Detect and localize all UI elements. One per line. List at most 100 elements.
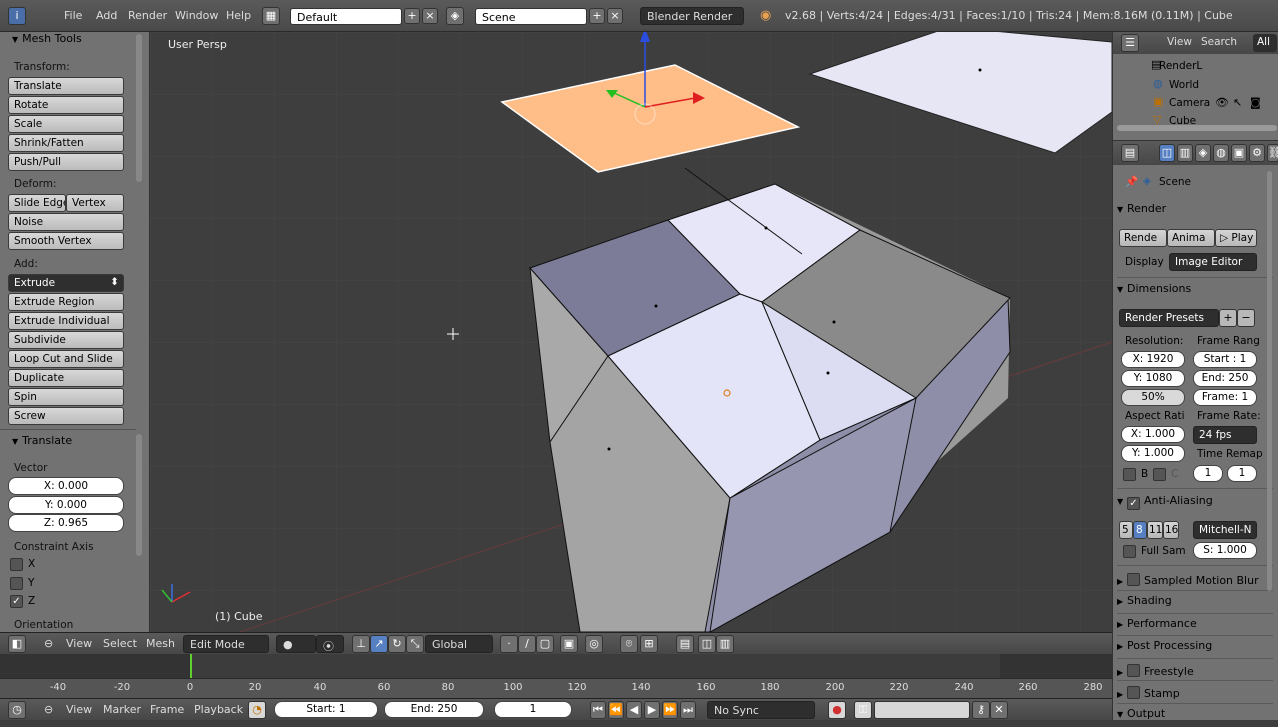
translate-button[interactable]: Translate [8, 77, 124, 95]
extrude-region-button[interactable]: Extrude Region [8, 293, 124, 311]
anti-aliasing-checkbox[interactable]: ✓ [1127, 497, 1140, 510]
pivot-select[interactable]: ⦿ [316, 635, 344, 653]
vector-z-field[interactable]: Z: 0.965 [8, 514, 124, 532]
timeline-editor-icon[interactable]: ◷ [8, 701, 26, 719]
editor-type-icon[interactable]: ◧ [8, 635, 26, 653]
render-tab-icon[interactable]: ◫ [1159, 144, 1175, 162]
select-arrow-icon[interactable]: ↖ [1233, 96, 1242, 109]
display-select[interactable]: Image Editor [1169, 253, 1257, 271]
pin-icon[interactable]: 📌 [1125, 175, 1138, 188]
aa-samples-8[interactable]: 8 [1133, 521, 1147, 539]
time-remap-old-field[interactable]: 1 [1193, 465, 1223, 482]
vector-x-field[interactable]: X: 0.000 [8, 477, 124, 495]
start-frame-field[interactable]: Start: 1 [274, 701, 378, 718]
freestyle-checkbox[interactable] [1127, 664, 1140, 677]
shrink-fatten-button[interactable]: Shrink/Fatten [8, 134, 124, 152]
edge-select-icon[interactable]: / [518, 635, 536, 653]
remove-scene-icon[interactable]: × [607, 8, 623, 24]
stamp-section-header[interactable]: ▶ Stamp [1117, 684, 1273, 704]
end-frame-field[interactable]: End: 250 [384, 701, 484, 718]
add-preset-icon[interactable]: + [1219, 309, 1237, 327]
operator-header[interactable]: ▼ Translate [12, 434, 72, 447]
camera-view-icon[interactable]: ◫ [698, 635, 716, 653]
operator-scrollbar[interactable] [136, 434, 142, 556]
menu-view[interactable]: View [66, 703, 92, 716]
dimensions-section-header[interactable]: ▼ Dimensions [1117, 282, 1273, 302]
preview-range-icon[interactable]: ◔ [248, 701, 266, 719]
render-toggle-icon[interactable]: ◙ [1250, 96, 1261, 109]
output-section-header[interactable]: ▼ Output [1117, 707, 1273, 727]
screw-button[interactable]: Screw [8, 407, 124, 425]
keying-set-field[interactable] [874, 701, 970, 719]
filter-size-field[interactable]: S: 1.000 [1193, 542, 1257, 559]
noise-button[interactable]: Noise [8, 213, 124, 231]
menu-frame[interactable]: Frame [150, 703, 184, 716]
object-tab-icon[interactable]: ▣ [1231, 144, 1247, 162]
layers-tab-icon[interactable]: ▥ [1177, 144, 1193, 162]
extrude-individual-button[interactable]: Extrude Individual [8, 312, 124, 330]
add-layout-icon[interactable]: + [404, 8, 420, 24]
loop-cut-button[interactable]: Loop Cut and Slide [8, 350, 124, 368]
outliner-menu-search[interactable]: Search [1201, 36, 1237, 48]
outliner-item-renderlayers[interactable]: RenderL [1159, 60, 1202, 72]
resolution-x-field[interactable]: X: 1920 [1121, 351, 1185, 368]
full-sample-checkbox[interactable] [1123, 545, 1136, 558]
constraint-x-checkbox[interactable] [10, 558, 23, 571]
add-scene-icon[interactable]: + [589, 8, 605, 24]
menu-select[interactable]: Select [103, 637, 137, 650]
resolution-percentage-slider[interactable]: 50% [1121, 389, 1185, 406]
spin-button[interactable]: Spin [8, 388, 124, 406]
timeline-ruler[interactable]: -40 -20 0 20 40 60 80 100 120 140 160 18… [0, 678, 1112, 698]
properties-editor-icon[interactable]: ▤ [1121, 144, 1139, 162]
next-keyframe-icon[interactable]: ⏩ [662, 701, 678, 719]
menu-view[interactable]: View [66, 637, 92, 650]
outliner-item-world[interactable]: World [1169, 79, 1199, 91]
vector-y-field[interactable]: Y: 0.000 [8, 496, 124, 514]
shading-section-header[interactable]: ▶ Shading [1117, 594, 1273, 614]
play-icon[interactable]: ▶ [644, 701, 660, 719]
rotate-manipulator-icon[interactable]: ↻ [388, 635, 406, 653]
jump-start-icon[interactable]: ⏮ [590, 701, 606, 719]
orientation-select[interactable]: Global [425, 635, 493, 653]
menu-marker[interactable]: Marker [103, 703, 141, 716]
sync-select[interactable]: No Sync [707, 701, 815, 719]
performance-section-header[interactable]: ▶ Performance [1117, 617, 1273, 637]
info-editor-icon[interactable]: i [8, 7, 26, 25]
insert-keyframe-icon[interactable]: ⚷ [972, 701, 990, 719]
mode-select[interactable]: Edit Mode [183, 635, 269, 653]
constraint-y-checkbox[interactable] [10, 577, 23, 590]
freestyle-section-header[interactable]: ▶ Freestyle [1117, 662, 1273, 682]
menu-render[interactable]: Render [128, 9, 167, 22]
outliner-item-camera[interactable]: Camera [1169, 97, 1210, 109]
anti-aliasing-section-header[interactable]: ▼ ✓ Anti-Aliasing [1117, 494, 1273, 514]
menu-mesh[interactable]: Mesh [146, 637, 175, 650]
render-presets-select[interactable]: Render Presets [1119, 309, 1219, 327]
keying-set-icon[interactable]: ⚿ [854, 701, 872, 719]
remove-layout-icon[interactable]: × [422, 8, 438, 24]
delete-keyframe-icon[interactable]: ✕ [990, 701, 1008, 719]
jump-end-icon[interactable]: ⏭ [680, 701, 696, 719]
mesh-tools-header[interactable]: ▼ Mesh Tools [12, 32, 82, 45]
collapse-menu-icon[interactable]: ⊖ [44, 637, 53, 650]
duplicate-button[interactable]: Duplicate [8, 369, 124, 387]
scale-button[interactable]: Scale [8, 115, 124, 133]
constraint-z-checkbox[interactable]: ✓ [10, 595, 23, 608]
3d-viewport[interactable]: User Persp (1) Cube [150, 32, 1112, 632]
frame-end-field[interactable]: End: 250 [1193, 370, 1257, 387]
snap-toggle-icon[interactable]: ⌾ [620, 635, 638, 653]
aspect-x-field[interactable]: X: 1.000 [1121, 426, 1185, 443]
collapse-menu-icon[interactable]: ⊖ [44, 703, 53, 716]
aspect-y-field[interactable]: Y: 1.000 [1121, 445, 1185, 462]
outliner-menu-view[interactable]: View [1167, 36, 1192, 48]
modifiers-tab-icon[interactable]: ⚙ [1249, 144, 1265, 162]
outliner-filter-select[interactable]: All [1253, 34, 1277, 52]
render-section-header[interactable]: ▼ Render [1117, 202, 1273, 222]
motion-blur-section-header[interactable]: ▶ Sampled Motion Blur [1117, 571, 1273, 591]
screen-layout-icon[interactable]: ▦ [262, 7, 280, 25]
menu-file[interactable]: File [64, 9, 82, 22]
push-pull-button[interactable]: Push/Pull [8, 153, 124, 171]
outliner-scrollbar[interactable] [1117, 125, 1277, 131]
snap-element-icon[interactable]: ⊞ [640, 635, 658, 653]
remove-preset-icon[interactable]: − [1237, 309, 1255, 327]
current-frame-marker[interactable] [190, 654, 192, 678]
